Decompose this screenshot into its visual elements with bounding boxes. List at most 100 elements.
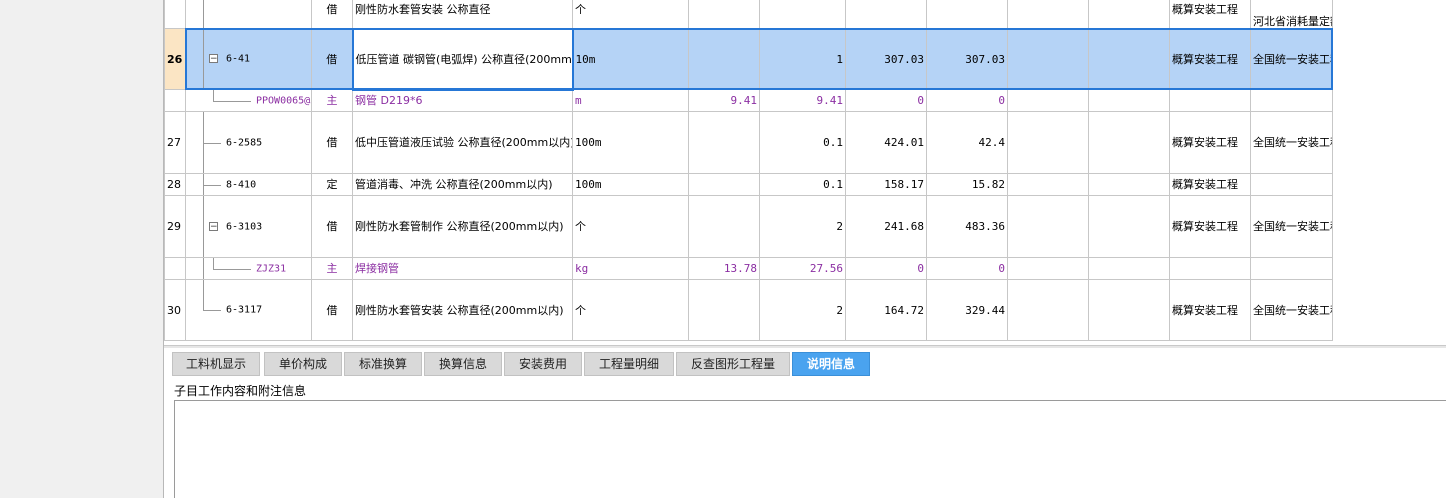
source-cell [1250, 173, 1333, 196]
source-cell [1250, 89, 1333, 112]
tree-cell[interactable]: − 6-41 [185, 28, 312, 90]
source-cell: 河北省消耗量定额(2012) [1250, 0, 1333, 29]
tab-description[interactable]: 说明信息 [792, 352, 870, 376]
tab-standard-conversion[interactable]: 标准换算 [344, 352, 422, 376]
tab-material-machine[interactable]: 工料机显示 [172, 352, 260, 376]
category-cell: 概算安装工程 [1169, 279, 1251, 341]
unit-price-cell: 0 [845, 257, 927, 280]
price-cell[interactable] [688, 279, 760, 341]
tree-cell: 6-3117 [185, 279, 312, 341]
code-text: 8-410 [226, 179, 257, 190]
tab-conversion-info[interactable]: 换算信息 [424, 352, 502, 376]
kind-cell: 借 [311, 195, 353, 258]
table-row[interactable]: ZJZ31 主 焊接钢管 kg 13.78 27.56 0 0 [164, 257, 1333, 280]
price-cell[interactable]: 13.78 [688, 257, 760, 280]
left-panel [0, 0, 163, 498]
category-cell: 概算安装工程 [1169, 195, 1251, 258]
tree-cell[interactable]: − 6-3103 [185, 195, 312, 258]
qty-cell[interactable]: 1 [759, 28, 846, 90]
code-text: ZJZ31 [256, 263, 287, 274]
name-cell[interactable]: 刚性防水套管制作 公称直径(200mm以内) [352, 195, 573, 258]
tab-unit-price[interactable]: 单价构成 [264, 352, 342, 376]
name-cell[interactable]: 刚性防水套管安装 公称直径(200mm以内) [352, 279, 573, 341]
name-cell[interactable]: 钢管 D219*6 [352, 89, 573, 112]
name-cell[interactable]: 低压管道 碳钢管(电弧焊) 公称直径(200mm以内) [351, 27, 574, 91]
unit-cell[interactable]: 100m [572, 111, 689, 174]
price-cell[interactable]: 9.41 [688, 89, 760, 112]
unit-cell[interactable]: 个 [572, 195, 689, 258]
detail-tabbar: 工料机显示 单价构成 标准换算 换算信息 安装费用 工程量明细 反查图形工程量 … [164, 348, 1446, 378]
kind-cell: 主 [311, 89, 353, 112]
tree-cell: ZJZ31 [185, 257, 312, 280]
qty-cell[interactable]: 0.1 [759, 111, 846, 174]
category-cell: 概算安装工程 [1169, 111, 1251, 174]
qty-cell[interactable]: 2 [759, 279, 846, 341]
tree-cell [185, 0, 312, 29]
qty-cell[interactable]: 9.41 [759, 89, 846, 112]
tab-quantity-detail[interactable]: 工程量明细 [584, 352, 674, 376]
row-number: 29 [164, 195, 186, 258]
tree-cell: 8-410 [185, 173, 312, 196]
note-textarea[interactable] [174, 400, 1446, 498]
unit-cell[interactable]: m [572, 89, 689, 112]
kind-cell: 借 [311, 28, 353, 90]
row-number [164, 257, 186, 280]
kind-cell: 借 [311, 111, 353, 174]
price-cell[interactable] [688, 111, 760, 174]
source-cell: 全国统一安装工程预算定额河北省消耗量定额(2012) [1250, 279, 1333, 341]
unit-cell[interactable]: 100m [572, 173, 689, 196]
source-cell: 全国统一安装工程预算定额河北省消耗量定额(2012) [1250, 111, 1333, 174]
code-text: PPOW0065@3 [256, 95, 312, 106]
tree-cell: 6-2585 [185, 111, 312, 174]
unit-cell[interactable]: 个 [572, 0, 689, 29]
price-cell[interactable] [688, 173, 760, 196]
code-text: 6-2585 [226, 137, 263, 148]
unit-price-cell: 424.01 [845, 111, 927, 174]
qty-cell[interactable]: 27.56 [759, 257, 846, 280]
collapse-toggle-icon[interactable]: − [209, 221, 218, 231]
category-cell: 概算安装工程 [1169, 28, 1251, 90]
category-cell [1169, 89, 1251, 112]
tab-install-fee[interactable]: 安装费用 [504, 352, 582, 376]
collapse-toggle-icon[interactable]: − [209, 54, 218, 64]
unit-cell[interactable]: kg [572, 257, 689, 280]
name-cell[interactable]: 管道消毒、冲洗 公称直径(200mm以内) [352, 173, 573, 196]
table-row[interactable]: 26 − 6-41 借 低压管道 碳钢管(电弧焊) 公称直径(200mm以内) … [164, 27, 1333, 91]
table-row[interactable]: 30 6-3117 借 刚性防水套管安装 公称直径(200mm以内) 个 2 1… [164, 279, 1333, 341]
unit-cell[interactable]: 10m [572, 28, 689, 90]
name-cell[interactable]: 焊接钢管 [352, 257, 573, 280]
quota-table: 借 刚性防水套管安装 公称直径 个 概算安装工程 河北省消耗量定额(2012) … [164, 0, 1333, 341]
row-number: 27 [164, 111, 186, 174]
code-text: 6-3103 [226, 221, 263, 232]
category-cell: 概算安装工程 [1169, 173, 1251, 196]
tab-reverse-graphic-quantity[interactable]: 反查图形工程量 [676, 352, 790, 376]
row-number [164, 89, 186, 112]
qty-cell[interactable]: 0.1 [759, 173, 846, 196]
unit-price-cell: 241.68 [845, 195, 927, 258]
unit-cell[interactable]: 个 [572, 279, 689, 341]
name-cell[interactable]: 低中压管道液压试验 公称直径(200mm以内) [352, 111, 573, 174]
table-row[interactable]: 28 8-410 定 管道消毒、冲洗 公称直径(200mm以内) 100m 0.… [164, 173, 1333, 196]
unit-price-cell: 0 [845, 89, 927, 112]
qty-cell[interactable]: 2 [759, 195, 846, 258]
note-title: 子目工作内容和附注信息 [174, 384, 307, 398]
unit-price-cell: 164.72 [845, 279, 927, 341]
name-cell[interactable]: 刚性防水套管安装 公称直径 [352, 0, 573, 29]
table-row[interactable]: 27 6-2585 借 低中压管道液压试验 公称直径(200mm以内) 100m… [164, 111, 1333, 174]
table-row[interactable]: 29 − 6-3103 借 刚性防水套管制作 公称直径(200mm以内) 个 2… [164, 195, 1333, 258]
price-cell[interactable] [688, 28, 760, 90]
total-cell: 483.36 [926, 195, 1008, 258]
source-cell: 全国统一安装工程预算定额河北省消耗量定额(2012) [1250, 28, 1333, 90]
category-cell: 概算安装工程 [1169, 0, 1251, 29]
kind-cell: 借 [311, 0, 353, 29]
total-cell: 42.4 [926, 111, 1008, 174]
total-cell: 15.82 [926, 173, 1008, 196]
unit-price-cell: 158.17 [845, 173, 927, 196]
table-row[interactable]: PPOW0065@3 主 钢管 D219*6 m 9.41 9.41 0 0 [164, 89, 1333, 112]
kind-cell: 借 [311, 279, 353, 341]
code-text: 6-41 [226, 53, 251, 65]
total-cell: 307.03 [926, 28, 1008, 90]
table-row[interactable]: 借 刚性防水套管安装 公称直径 个 概算安装工程 河北省消耗量定额(2012) [164, 0, 1333, 29]
price-cell[interactable] [688, 195, 760, 258]
row-number: 30 [164, 279, 186, 341]
